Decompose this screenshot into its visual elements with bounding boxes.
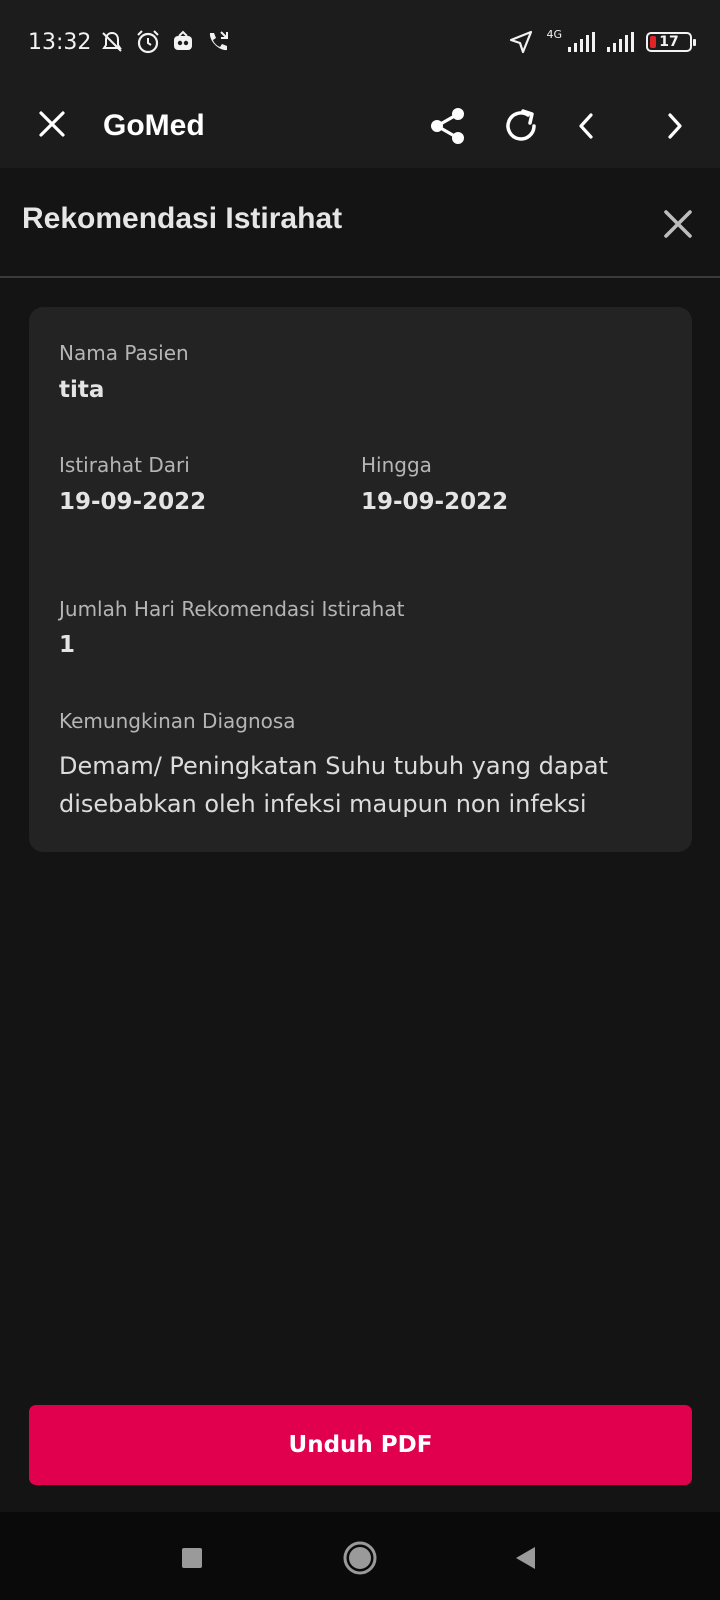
battery-icon: 17 bbox=[646, 32, 696, 52]
recents-button[interactable] bbox=[164, 1530, 220, 1586]
refresh-button[interactable] bbox=[497, 102, 545, 150]
patient-name-value: tita bbox=[59, 377, 105, 403]
share-icon bbox=[431, 108, 464, 144]
download-pdf-button[interactable]: Unduh PDF bbox=[29, 1405, 692, 1485]
forward-button[interactable] bbox=[650, 102, 698, 150]
mute-icon bbox=[102, 31, 123, 52]
share-button[interactable] bbox=[424, 102, 472, 150]
alarm-icon bbox=[137, 30, 160, 54]
status-right: 4G 17 bbox=[508, 27, 696, 55]
rest-days-label: Jumlah Hari Rekomendasi Istirahat bbox=[59, 597, 405, 621]
close-button[interactable] bbox=[30, 102, 74, 146]
page-close-button[interactable] bbox=[658, 204, 698, 244]
call-forward-icon bbox=[210, 31, 229, 51]
rest-days-value: 1 bbox=[59, 632, 76, 658]
battery-level: 17 bbox=[659, 34, 679, 50]
home-button[interactable] bbox=[332, 1530, 388, 1586]
app-title: GoMed bbox=[103, 109, 205, 142]
rest-until-value: 19-09-2022 bbox=[361, 489, 509, 515]
recents-icon bbox=[182, 1548, 202, 1568]
back-triangle-icon bbox=[516, 1547, 535, 1569]
rest-recommendation-card: Nama Pasien tita Istirahat Dari 19-09-20… bbox=[29, 307, 692, 852]
app-notification-icon bbox=[174, 30, 193, 50]
signal-icon bbox=[607, 32, 634, 52]
status-bar: 13:32 4G 17 bbox=[0, 0, 720, 84]
diagnosis-label: Kemungkinan Diagnosa bbox=[59, 709, 296, 733]
status-time: 13:32 bbox=[28, 29, 92, 55]
rest-from-value: 19-09-2022 bbox=[59, 489, 207, 515]
close-icon bbox=[664, 210, 692, 238]
home-icon bbox=[343, 1541, 377, 1575]
patient-name-label: Nama Pasien bbox=[59, 341, 189, 365]
chevron-left-icon bbox=[579, 113, 593, 139]
back-nav-button[interactable] bbox=[498, 1530, 554, 1586]
network-type: 4G bbox=[546, 27, 562, 41]
back-button[interactable] bbox=[563, 102, 611, 150]
refresh-icon bbox=[506, 109, 536, 141]
chevron-right-icon bbox=[668, 113, 682, 139]
app-toolbar: GoMed bbox=[0, 84, 720, 168]
navigation-bar bbox=[0, 1512, 720, 1600]
rest-until-label: Hingga bbox=[361, 453, 432, 477]
location-icon bbox=[510, 30, 533, 54]
page-header: Rekomendasi Istirahat bbox=[0, 168, 720, 278]
battery-fill bbox=[650, 36, 656, 48]
close-icon bbox=[39, 111, 65, 137]
signal-icon bbox=[568, 32, 595, 52]
page-title: Rekomendasi Istirahat bbox=[22, 202, 343, 235]
status-icons-left bbox=[99, 29, 231, 55]
screen: 13:32 4G 17 GoMed Rekomendasi Istirahat … bbox=[0, 0, 720, 1600]
rest-from-label: Istirahat Dari bbox=[59, 453, 190, 477]
diagnosis-value: Demam/ Peningkatan Suhu tubuh yang dapat… bbox=[59, 752, 608, 818]
